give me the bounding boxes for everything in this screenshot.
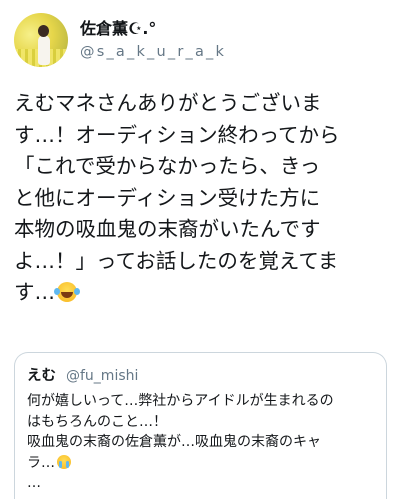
quoted-tweet-card[interactable]: えむ @fu_mishi 何が嬉しいって…弊社からアイドルが生まれるの はもちろ… — [14, 352, 387, 499]
tweet-text-line: す… — [14, 280, 55, 304]
quoted-text-line: 何が嬉しいって…弊社からアイドルが生まれるの — [27, 393, 334, 409]
author-names: 佐倉薫☪︎.° @s_a_k_u_r_a_k — [80, 18, 226, 62]
loudly-crying-face-icon — [57, 454, 71, 469]
avatar[interactable] — [14, 13, 68, 67]
quoted-text-line: … — [27, 475, 41, 491]
author-display-name[interactable]: 佐倉薫☪︎.° — [80, 18, 226, 39]
tweet-text-line: 本物の吸血鬼の末裔がいたんです — [14, 217, 321, 241]
avatar-figure-head — [38, 25, 49, 37]
face-with-tears-of-joy-icon — [54, 282, 77, 302]
quoted-text-line: ラ… — [27, 454, 55, 471]
tweet-text-line: す…！オーディション終わってから — [14, 122, 340, 147]
quoted-tweet-text: 何が嬉しいって…弊社からアイドルが生まれるの はもちろんのこと…！ 吸血鬼の末裔… — [27, 391, 374, 494]
quoted-text-line: はもちろんのこと…！ — [27, 413, 167, 430]
avatar-figure-body — [38, 35, 50, 65]
quoted-author-handle: @fu_mishi — [66, 368, 139, 384]
tweet-text-line: 「これで受からなかったら、きっ — [14, 154, 321, 178]
tweet-text: えむマネさんありがとうございま す…！オーディション終わってから 「これで受から… — [14, 88, 394, 309]
quoted-text-line: 吸血鬼の末裔の佐倉薫が…吸血鬼の末裔のキャ — [27, 434, 321, 450]
tweet-text-last-line: す… — [14, 277, 394, 309]
tweet-text-line: と他にオーディション受けた方に — [14, 185, 321, 210]
tweet: 佐倉薫☪︎.° @s_a_k_u_r_a_k えむマネさんありがとうございま す… — [0, 0, 405, 499]
quoted-text-line-with-emoji: ラ… — [27, 453, 374, 474]
quoted-author-display-name: えむ — [27, 368, 56, 384]
tweet-header: 佐倉薫☪︎.° @s_a_k_u_r_a_k — [14, 12, 226, 68]
tweet-text-line: よ…！」ってお話したのを覚えてま — [14, 248, 339, 273]
quoted-tweet-header: えむ @fu_mishi — [27, 364, 374, 384]
author-handle[interactable]: @s_a_k_u_r_a_k — [80, 42, 226, 62]
tweet-text-line: えむマネさんありがとうございま — [14, 91, 322, 115]
